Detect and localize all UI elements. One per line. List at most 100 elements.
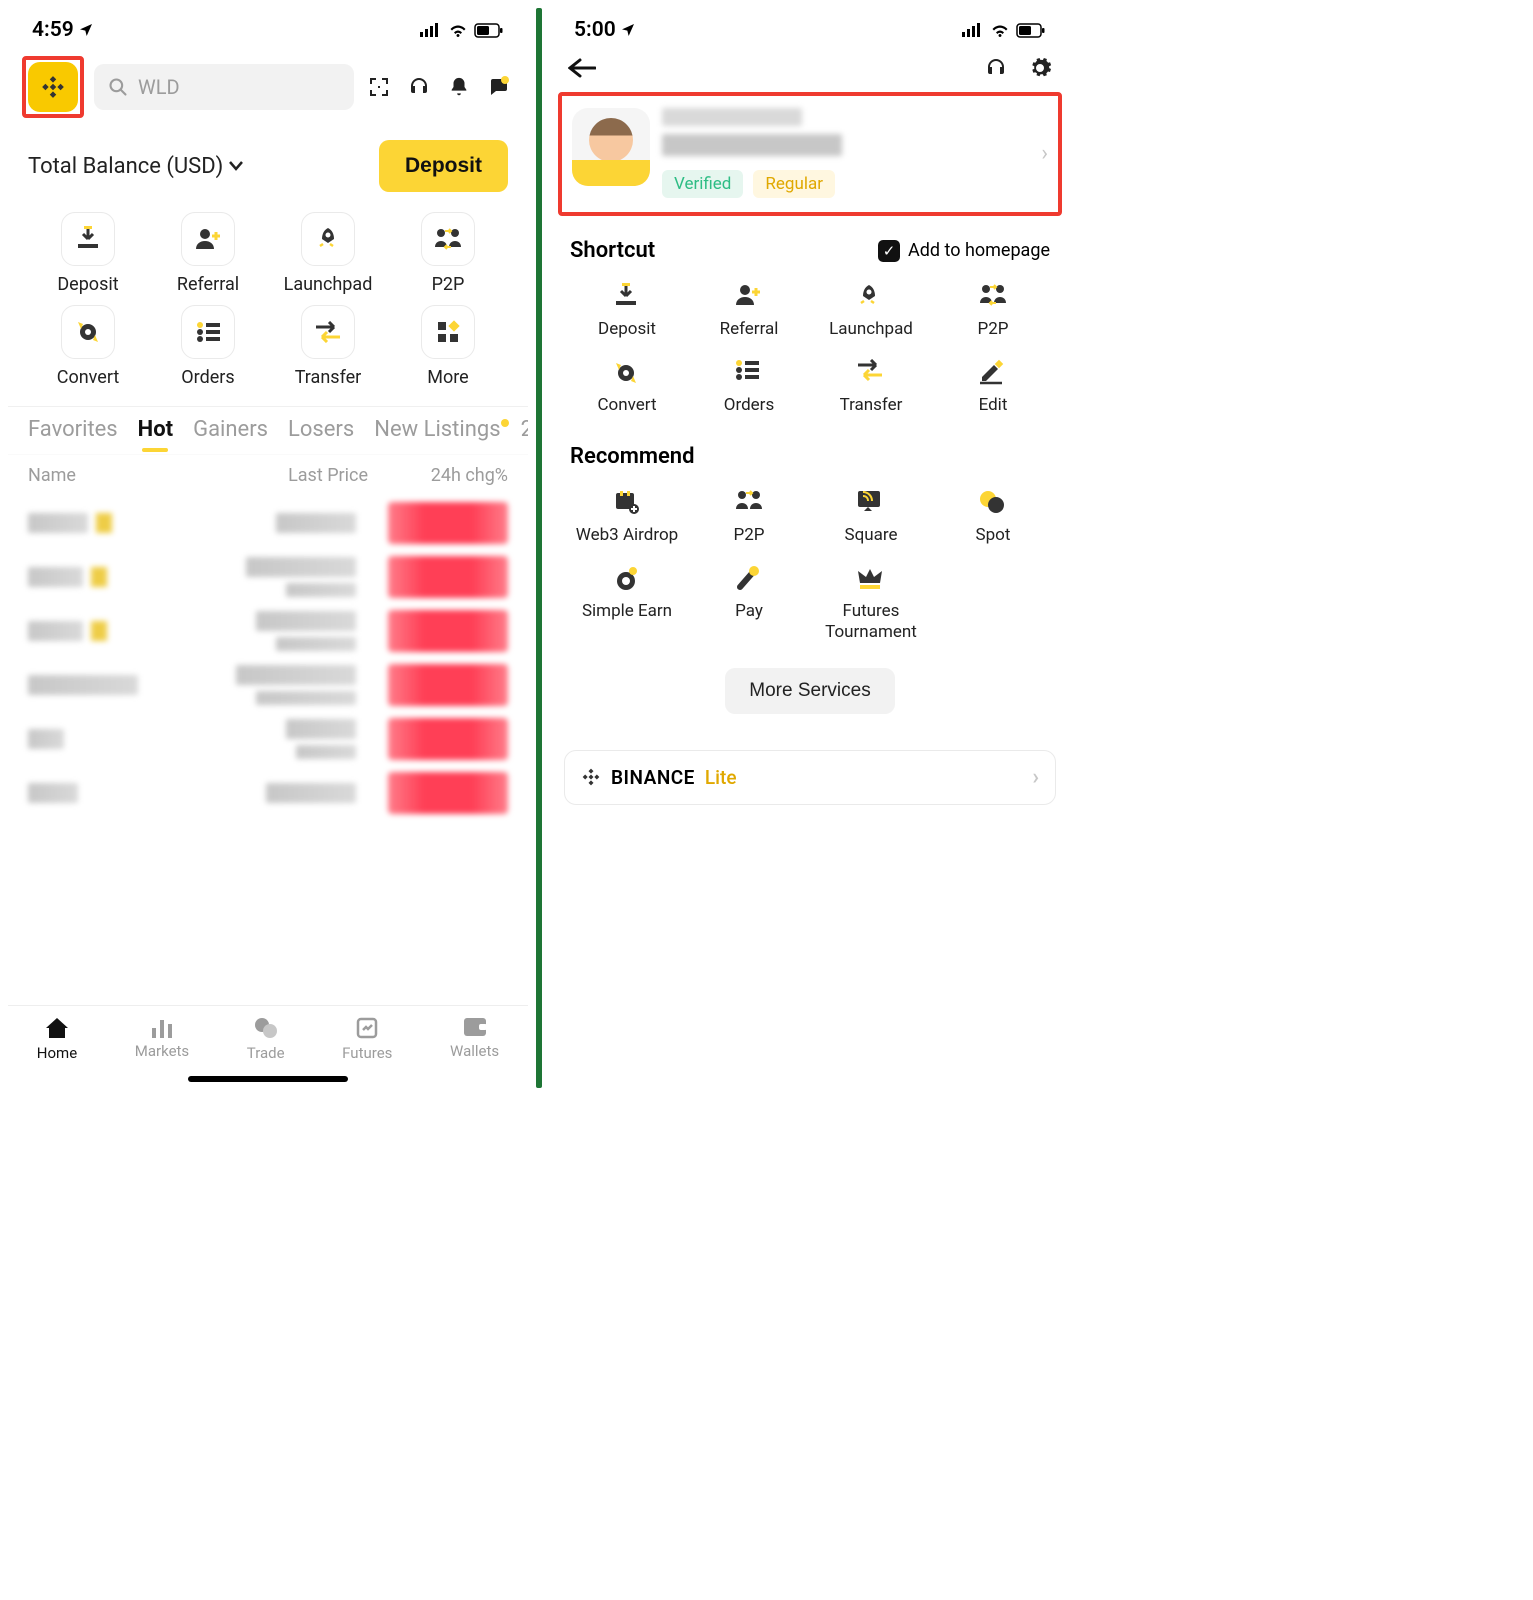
recommend-square[interactable]: Square: [810, 489, 932, 545]
shortcut-launchpad[interactable]: Launchpad: [810, 283, 932, 339]
tab-favorites[interactable]: Favorites: [28, 417, 118, 450]
launchpad-icon: [856, 283, 886, 309]
shortcut-convert[interactable]: Convert: [566, 359, 688, 415]
scan-button[interactable]: [364, 72, 394, 102]
shortcut-deposit[interactable]: Deposit: [566, 283, 688, 339]
recommend-web3-airdrop[interactable]: Web3 Airdrop: [566, 489, 688, 545]
regular-badge: Regular: [753, 170, 835, 198]
support-button[interactable]: [984, 56, 1008, 80]
col-chg[interactable]: 24h chg%: [368, 465, 508, 486]
coin-row[interactable]: [8, 496, 528, 550]
markets-icon: [150, 1016, 174, 1038]
highlight-frame: [22, 56, 84, 118]
back-button[interactable]: [568, 58, 596, 78]
nav-label: Home: [37, 1044, 77, 1062]
coin-row[interactable]: [8, 766, 528, 820]
label: Convert: [597, 395, 656, 415]
section-title: Recommend: [570, 444, 694, 469]
signal-icon: [962, 23, 984, 37]
support-button[interactable]: [404, 72, 434, 102]
nav-home[interactable]: Home: [37, 1016, 77, 1062]
label: P2P: [977, 319, 1008, 339]
back-arrow-icon: [568, 58, 596, 78]
app-logo-button[interactable]: [28, 62, 78, 112]
add-homepage-toggle[interactable]: ✓ Add to homepage: [878, 240, 1050, 262]
label: Deposit: [598, 319, 656, 339]
shortcut-referral[interactable]: Referral: [688, 283, 810, 339]
shortcut-referral[interactable]: Referral: [148, 212, 268, 295]
shortcut-section-head: Shortcut ✓ Add to homepage: [550, 220, 1070, 273]
p2p-icon: [734, 489, 764, 515]
col-name[interactable]: Name: [28, 465, 218, 486]
top-bar: WLD: [8, 48, 528, 126]
shortcut-orders[interactable]: Orders: [148, 305, 268, 388]
label: Orders: [724, 395, 774, 415]
profile-name-blurred: [662, 108, 802, 126]
list-header: Name Last Price 24h chg%: [8, 455, 528, 496]
messages-button[interactable]: [484, 72, 514, 102]
shortcut-label: Referral: [177, 274, 239, 295]
recommend-section-head: Recommend: [550, 426, 1070, 479]
search-input[interactable]: WLD: [94, 64, 354, 110]
more-services-button[interactable]: More Services: [725, 668, 894, 714]
tab-gainers[interactable]: Gainers: [193, 417, 268, 450]
recommend-simple-earn[interactable]: Simple Earn: [566, 565, 688, 642]
new-indicator-dot: [501, 419, 509, 427]
wifi-icon: [448, 23, 468, 38]
shortcut-transfer[interactable]: Transfer: [810, 359, 932, 415]
shortcut-p2p[interactable]: P2P: [388, 212, 508, 295]
market-tabs: Favorites Hot Gainers Losers New Listing…: [8, 406, 528, 455]
shortcut-deposit[interactable]: Deposit: [28, 212, 148, 295]
shortcut-p2p[interactable]: P2P: [932, 283, 1054, 339]
balance-row: Total Balance (USD) Deposit: [8, 126, 528, 202]
shortcut-label: Deposit: [57, 274, 118, 295]
col-price[interactable]: Last Price: [218, 465, 368, 486]
nav-futures[interactable]: Futures: [342, 1016, 392, 1062]
balance-label[interactable]: Total Balance (USD): [28, 154, 243, 179]
tab-losers[interactable]: Losers: [288, 417, 354, 450]
tab-new-listings[interactable]: New Listings: [374, 417, 500, 450]
profile-card[interactable]: Verified Regular ›: [558, 92, 1062, 216]
shortcut-label: More: [427, 367, 468, 388]
coin-row[interactable]: [8, 604, 528, 658]
scan-icon: [367, 75, 391, 99]
orders-icon: [181, 305, 235, 359]
tab-more[interactable]: 2: [521, 417, 528, 450]
deposit-icon: [612, 283, 642, 309]
transfer-icon: [301, 305, 355, 359]
status-bar: 5:00: [550, 8, 1070, 48]
airdrop-icon: [612, 489, 642, 515]
nav-wallets[interactable]: Wallets: [450, 1016, 499, 1062]
edit-icon: [978, 359, 1008, 385]
label: Spot: [976, 525, 1011, 545]
shortcut-label: Orders: [181, 367, 234, 388]
shortcut-more[interactable]: More: [388, 305, 508, 388]
label: Futures Tournament: [810, 601, 932, 642]
shortcut-orders[interactable]: Orders: [688, 359, 810, 415]
bottom-nav: Home Markets Trade Futures Wallets: [8, 1005, 528, 1088]
recommend-p2p[interactable]: P2P: [688, 489, 810, 545]
binance-lite-card[interactable]: BINANCE Lite ›: [564, 750, 1056, 805]
coin-row[interactable]: [8, 550, 528, 604]
settings-button[interactable]: [1028, 56, 1052, 80]
nav-markets[interactable]: Markets: [135, 1016, 189, 1062]
nav-label: Wallets: [450, 1042, 499, 1060]
chevron-right-icon: ›: [1041, 141, 1048, 166]
recommend-spot[interactable]: Spot: [932, 489, 1054, 545]
shortcut-convert[interactable]: Convert: [28, 305, 148, 388]
coin-row[interactable]: [8, 712, 528, 766]
notifications-button[interactable]: [444, 72, 474, 102]
status-icons: [962, 23, 1046, 38]
tab-hot[interactable]: Hot: [138, 417, 173, 450]
shortcut-edit[interactable]: Edit: [932, 359, 1054, 415]
deposit-button[interactable]: Deposit: [379, 140, 508, 192]
status-bar: 4:59: [8, 8, 528, 48]
shortcut-transfer[interactable]: Transfer: [268, 305, 388, 388]
recommend-futures-tournament[interactable]: Futures Tournament: [810, 565, 932, 642]
recommend-pay[interactable]: Pay: [688, 565, 810, 642]
shortcut-launchpad[interactable]: Launchpad: [268, 212, 388, 295]
nav-trade[interactable]: Trade: [247, 1016, 285, 1062]
coin-row[interactable]: [8, 658, 528, 712]
referral-icon: [181, 212, 235, 266]
earn-icon: [612, 565, 642, 591]
